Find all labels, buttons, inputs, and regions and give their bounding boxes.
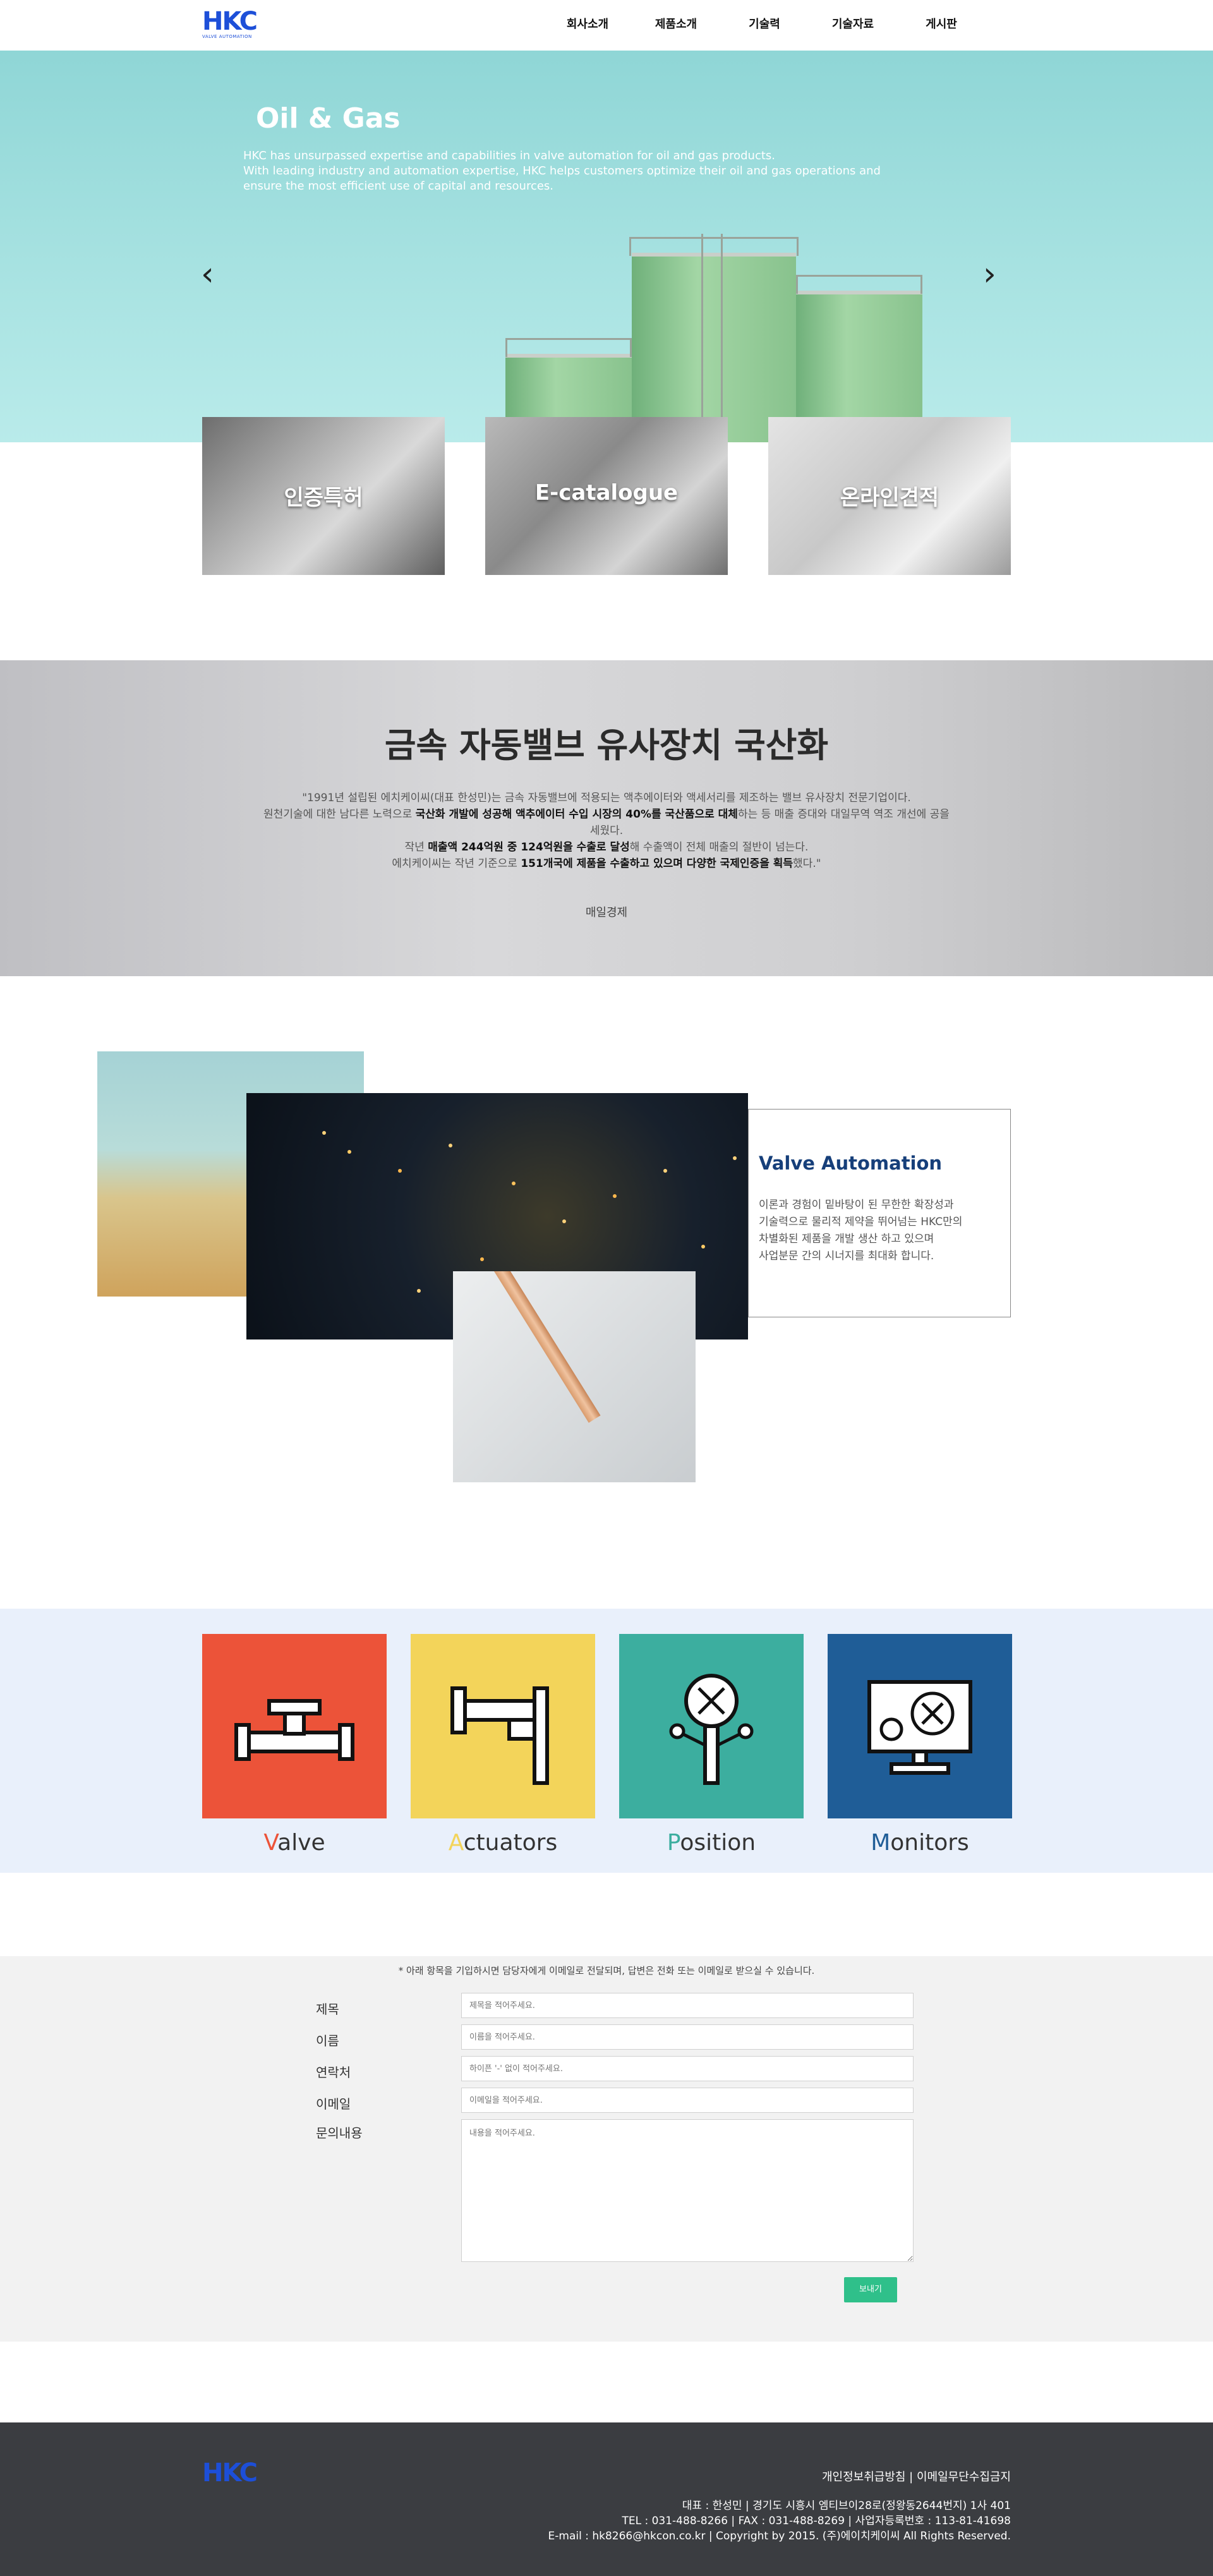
va-line: 기술력으로 물리적 제약을 뛰어넘는 HKC만의 [759, 1216, 963, 1228]
hero-line: With leading industry and automation exp… [243, 164, 881, 178]
quote-source: 매일경제 [585, 906, 628, 919]
valve-icon [234, 1699, 354, 1761]
va-line: 차별화된 제품을 개발 생산 하고 있으며 [759, 1233, 934, 1245]
email-input[interactable] [461, 2088, 914, 2113]
card-label: 온라인견적 [840, 485, 939, 511]
quote-text: 해 수출액이 전체 매출의 절반이 넘는다. [629, 841, 809, 854]
field-label-phone: 연락처 [316, 2065, 351, 2080]
phone-input[interactable] [461, 2056, 914, 2081]
product-position-tile[interactable] [619, 1634, 804, 1818]
header: HKC VALVE AUTOMATION 회사소개 제품소개 기술력 기술자료 … [0, 0, 1213, 51]
label-initial: M [871, 1830, 891, 1856]
press-quote-section: 금속 자동밸브 유사장치 국산화 "1991년 설립된 에치케이씨(대표 한성민… [0, 660, 1213, 976]
product-label-valve[interactable]: Valve [202, 1830, 387, 1856]
footer-logo[interactable]: HKC [202, 2458, 258, 2488]
label-rest: onitors [890, 1830, 969, 1856]
chevron-right-icon[interactable]: › [983, 258, 996, 291]
label-initial: P [667, 1830, 680, 1856]
card-label: E-catalogue [534, 480, 679, 505]
card-e-catalogue[interactable]: E-catalogue [485, 417, 728, 575]
logo-subtitle: VALVE AUTOMATION [202, 34, 252, 39]
pencil-drawing-image [453, 1271, 696, 1482]
card-label: 인증특허 [284, 485, 363, 511]
hero-line: ensure the most efficient use of capital… [243, 179, 554, 193]
quote-text: 원천기술에 대한 남다른 노력으로 [263, 808, 416, 821]
position-icon [669, 1674, 754, 1785]
product-label-position[interactable]: Position [619, 1830, 804, 1856]
logo-mark: HKC [202, 7, 258, 36]
quote-highlight: 국산화 개발에 성공해 액추에이터 수입 시장의 40%를 국산품으로 대체 [415, 808, 738, 821]
footer-company-info: 대표 : 한성민 | 경기도 시흥시 엠티브이28로(정왕동2644번지) 1사… [548, 2498, 1011, 2544]
subject-input[interactable] [461, 1993, 914, 2018]
field-label-subject: 제목 [316, 2002, 339, 2017]
submit-button[interactable]: 보내기 [844, 2277, 897, 2302]
field-label-message: 문의내용 [316, 2126, 363, 2141]
va-line: 이론과 경험이 밑바탕이 된 무한한 확장성과 [759, 1199, 954, 1211]
nav-item-technology[interactable]: 기술력 [720, 16, 809, 33]
main-nav: 회사소개 제품소개 기술력 기술자료 게시판 [543, 16, 986, 33]
products-section: Valve Actuators Position Monitors [0, 1609, 1213, 1873]
footer: HKC 개인정보취급방침 | 이메일무단수집금지 대표 : 한성민 | 경기도 … [0, 2422, 1213, 2576]
product-actuators-tile[interactable] [411, 1634, 595, 1818]
product-label-monitors[interactable]: Monitors [828, 1830, 1012, 1856]
valve-automation-box: Valve Automation 이론과 경험이 밑바탕이 된 무한한 확장성과… [748, 1109, 1011, 1317]
message-textarea[interactable] [461, 2119, 914, 2262]
logo[interactable]: HKC VALVE AUTOMATION [202, 7, 258, 39]
footer-line: 대표 : 한성민 | 경기도 시흥시 엠티브이28로(정왕동2644번지) 1사… [682, 2500, 1011, 2512]
field-label-name: 이름 [316, 2033, 339, 2048]
product-label-actuators[interactable]: Actuators [411, 1830, 595, 1856]
quote-title: 금속 자동밸브 유사장치 국산화 [384, 725, 829, 765]
va-line: 사업분문 간의 시너지를 최대화 합니다. [759, 1250, 934, 1262]
label-rest: ctuators [463, 1830, 558, 1856]
label-initial: V [263, 1830, 278, 1856]
chevron-left-icon[interactable]: ‹ [201, 258, 214, 291]
quote-body: "1991년 설립된 에치케이씨(대표 한성민)는 금속 자동밸브에 적용되는 … [224, 790, 989, 872]
quote-text: 했다." [793, 857, 821, 870]
card-online-quote[interactable]: 온라인견적 [768, 417, 1011, 575]
name-input[interactable] [461, 2024, 914, 2050]
valve-automation-text: 이론과 경험이 밑바탕이 된 무한한 확장성과 기술력으로 물리적 제약을 뛰어… [759, 1197, 999, 1265]
card-certification[interactable]: 인증특허 [202, 417, 445, 575]
quote-text: 하는 등 매출 증대와 대일무역 역조 개선에 공을 [737, 808, 950, 821]
nav-item-products[interactable]: 제품소개 [632, 16, 720, 33]
quote-text: 작년 [404, 841, 428, 854]
quote-line: 작년 매출액 244억원 중 124억원을 수출로 달성해 수출액이 전체 매출… [224, 839, 989, 856]
label-rest: alve [277, 1830, 325, 1856]
actuator-icon [450, 1686, 549, 1785]
quote-line: 원천기술에 대한 남다른 노력으로 국산화 개발에 성공해 액추에이터 수입 시… [224, 806, 989, 823]
monitor-icon [867, 1680, 972, 1775]
form-note: * 아래 항목을 기입하시면 담당자에게 이메일로 전달되며, 답변은 전화 또… [398, 1965, 815, 1976]
field-label-email: 이메일 [316, 2096, 351, 2112]
quote-line: 에치케이씨는 작년 기준으로 151개국에 제품을 수출하고 있으며 다양한 국… [224, 856, 989, 872]
quote-line: 세웠다. [589, 825, 624, 837]
quote-text: 에치케이씨는 작년 기준으로 [392, 857, 521, 870]
footer-logo-mark: HKC [202, 2458, 258, 2488]
valve-automation-title: Valve Automation [759, 1152, 943, 1174]
hero-slider: Oil & Gas HKC has unsurpassed expertise … [0, 51, 1213, 442]
footer-line: TEL : 031-488-8266 | FAX : 031-488-8269 … [622, 2515, 1011, 2527]
quote-line: "1991년 설립된 에치케이씨(대표 한성민)는 금속 자동밸브에 적용되는 … [302, 792, 911, 804]
hero-title: Oil & Gas [256, 102, 401, 135]
label-initial: A [448, 1830, 464, 1856]
label-rest: osition [680, 1830, 756, 1856]
footer-line: E-mail : hk8266@hkcon.co.kr | Copyright … [548, 2530, 1011, 2543]
product-monitors-tile[interactable] [828, 1634, 1012, 1818]
quote-highlight: 매출액 244억원 중 124억원을 수출로 달성 [428, 841, 630, 854]
quote-highlight: 151개국에 제품을 수출하고 있으며 다양한 국제인증을 획득 [521, 857, 794, 870]
nav-item-tech-docs[interactable]: 기술자료 [809, 16, 897, 33]
hero-line: HKC has unsurpassed expertise and capabi… [243, 149, 776, 162]
nav-item-company[interactable]: 회사소개 [543, 16, 632, 33]
product-valve-tile[interactable] [202, 1634, 387, 1818]
hero-description: HKC has unsurpassed expertise and capabi… [243, 148, 938, 194]
footer-policy-links[interactable]: 개인정보취급방침 | 이메일무단수집금지 [822, 2468, 1011, 2484]
contact-form-section: * 아래 항목을 기입하시면 담당자에게 이메일로 전달되며, 답변은 전화 또… [0, 1956, 1213, 2342]
nav-item-board[interactable]: 게시판 [897, 16, 986, 33]
